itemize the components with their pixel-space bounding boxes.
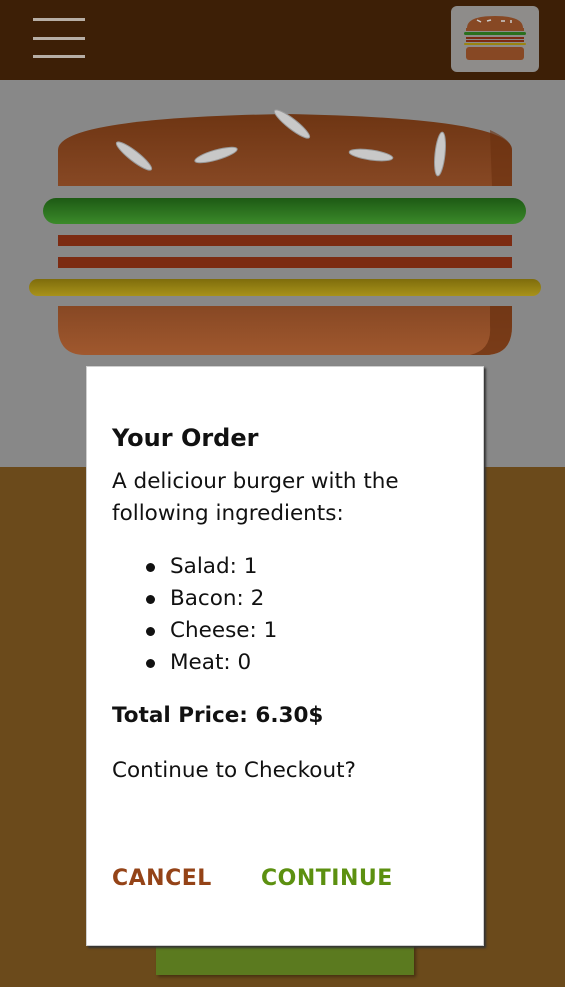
ingredient-meat: Meat: 0: [146, 647, 463, 679]
order-description: A deliciour burger with the following in…: [112, 469, 399, 526]
burger-logo-icon[interactable]: [451, 6, 539, 72]
ingredient-bacon: Bacon: 2: [146, 583, 463, 615]
bread-bottom: [58, 306, 512, 355]
total-price: Total Price: 6.30$: [112, 703, 324, 728]
continue-button[interactable]: CONTINUE: [261, 863, 393, 895]
modal-title: Your Order: [112, 424, 259, 452]
ingredient-cheese: Cheese: 1: [146, 615, 463, 647]
bacon-layer: [58, 257, 512, 268]
cancel-button[interactable]: CANCEL: [112, 863, 212, 895]
hamburger-menu-icon[interactable]: [33, 18, 85, 58]
burger-logo-graphic: [464, 16, 526, 60]
ingredient-salad: Salad: 1: [146, 551, 463, 583]
order-summary-modal: Your Order A deliciour burger with the f…: [86, 366, 484, 946]
ingredient-list: Salad: 1 Bacon: 2 Cheese: 1 Meat: 0: [146, 551, 463, 679]
bread-top: [58, 109, 512, 186]
cheese-layer: [29, 279, 541, 296]
toolbar: [0, 0, 565, 80]
checkout-question: Continue to Checkout?: [112, 758, 356, 783]
salad-layer: [43, 198, 526, 224]
bacon-layer: [58, 235, 512, 246]
